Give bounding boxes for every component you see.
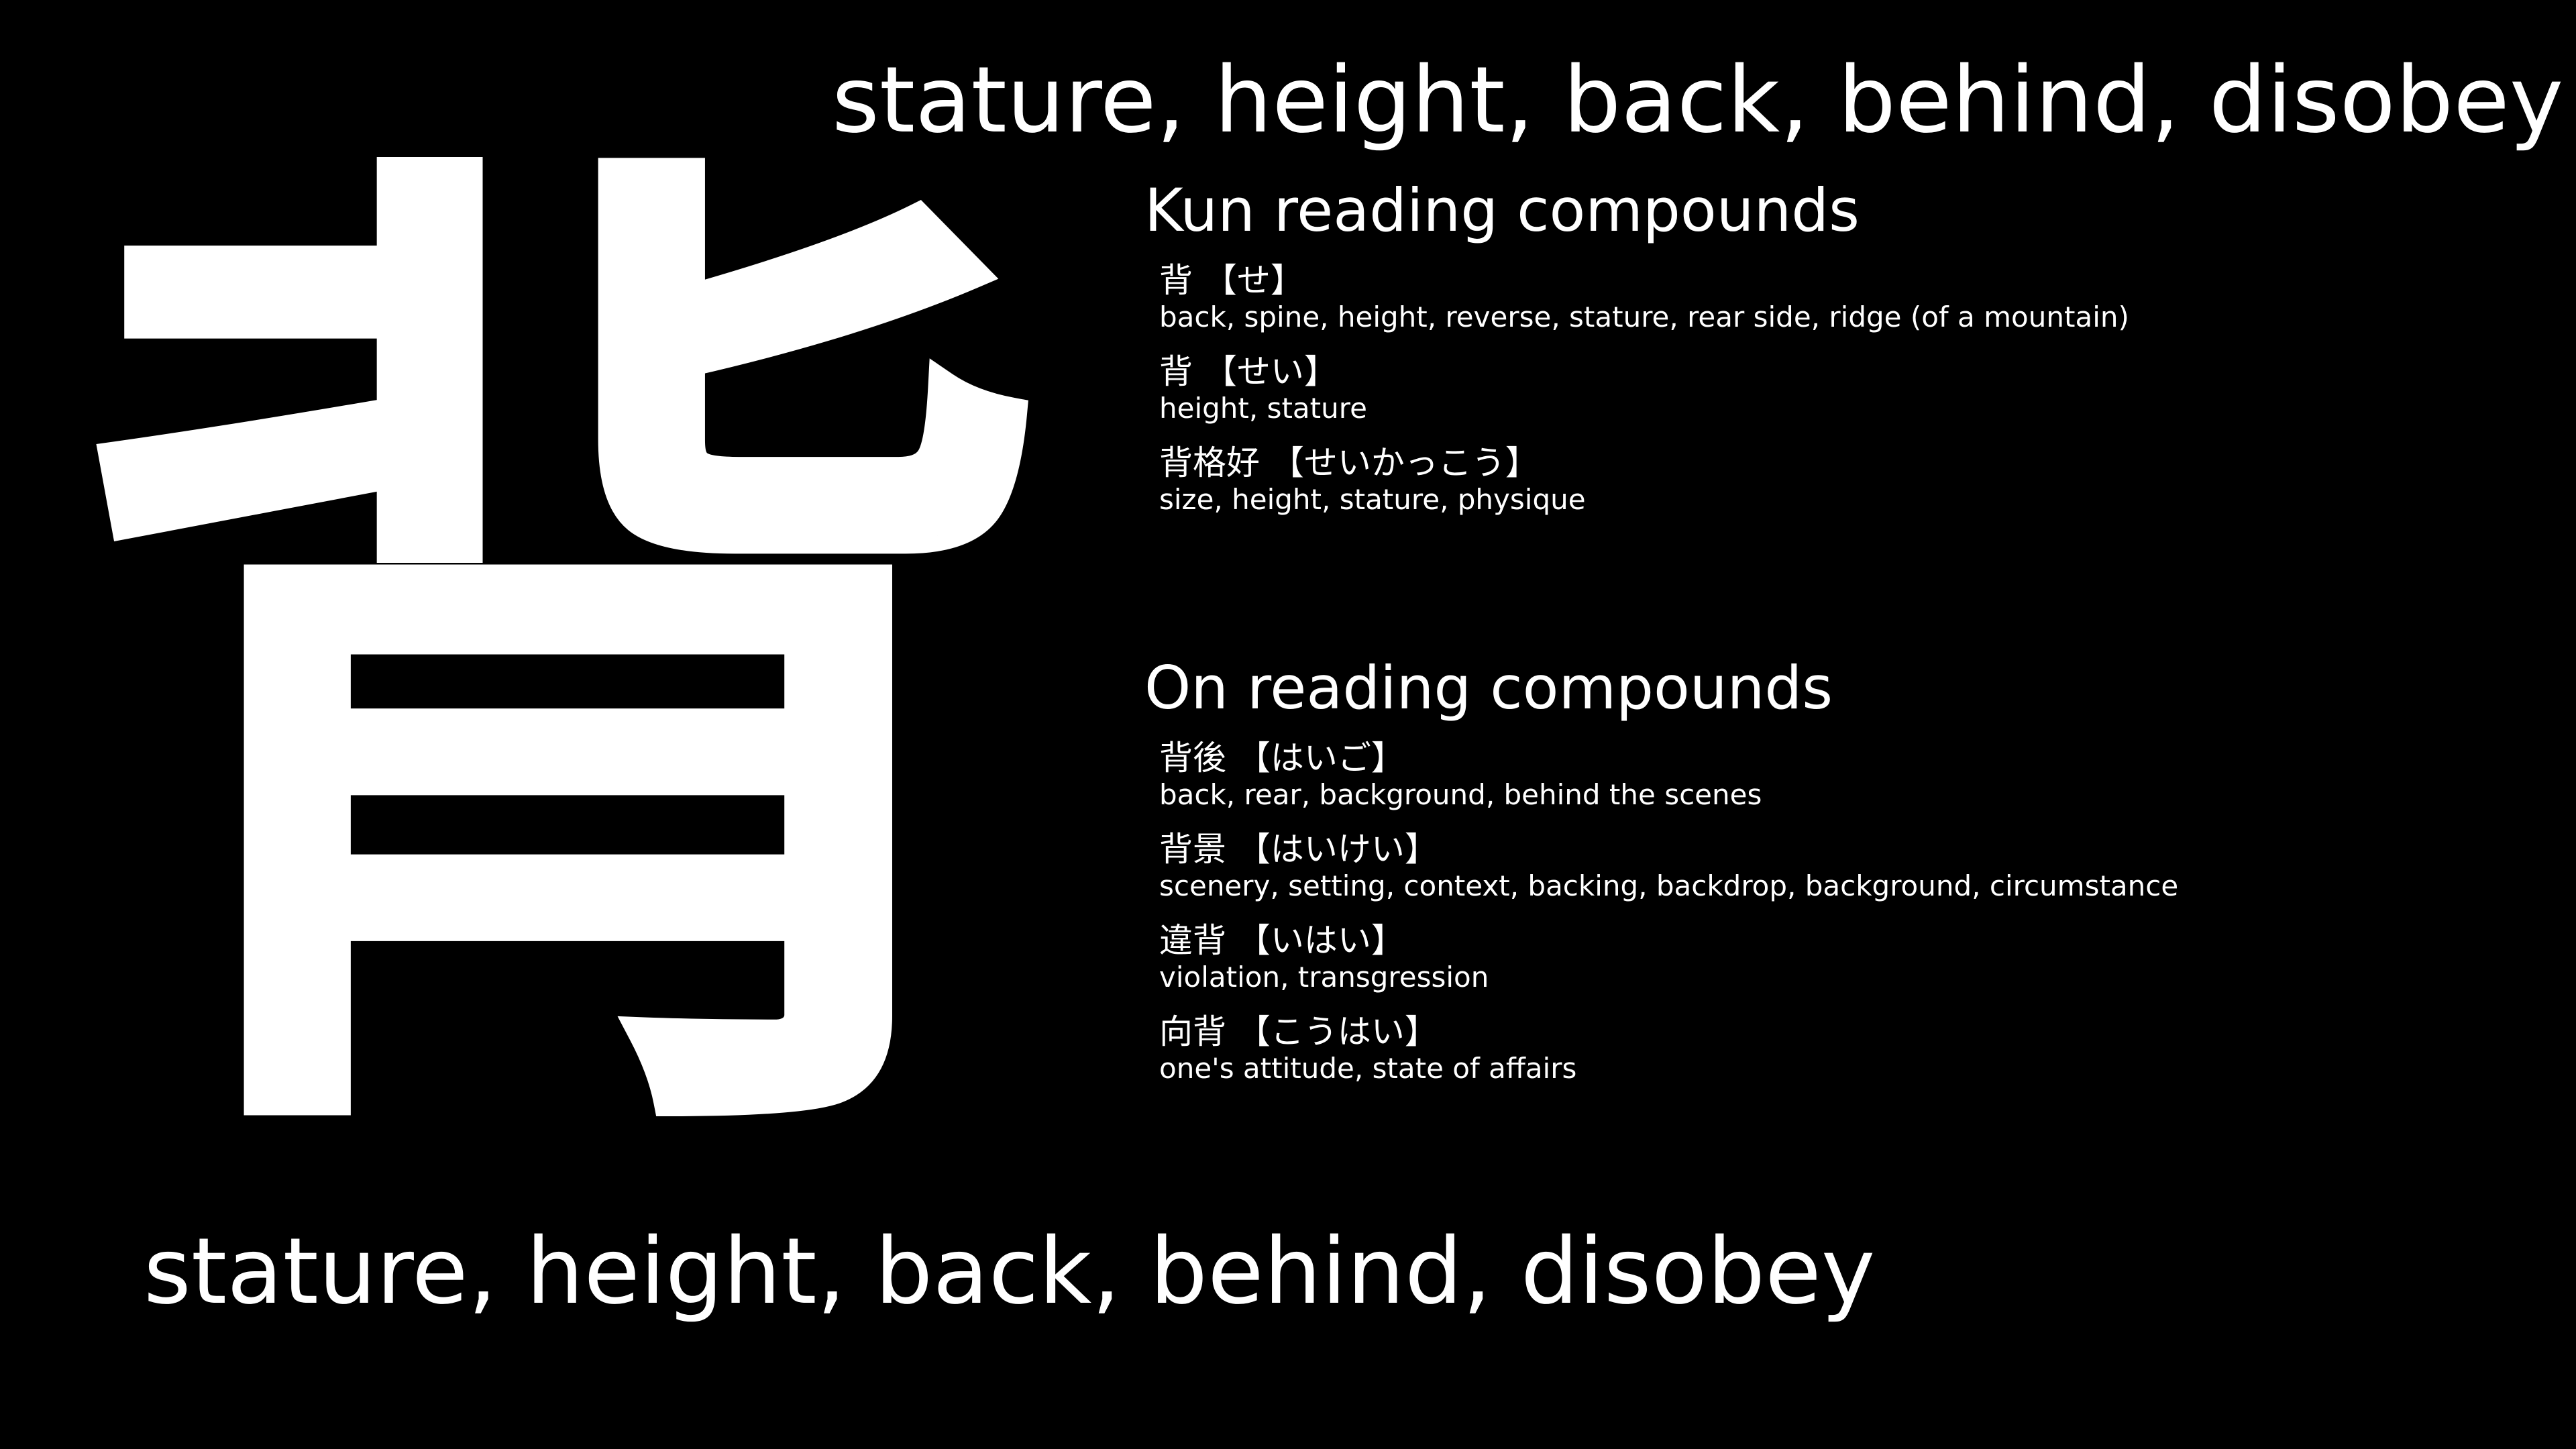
- kun-word: 背格好: [1159, 443, 1260, 482]
- kun-word: 背: [1159, 261, 1193, 300]
- on-gloss: violation, transgression: [1159, 961, 1489, 994]
- on-reading: 【いはい】: [1236, 921, 1405, 960]
- kun-reading: 【せいかっこう】: [1270, 443, 1539, 482]
- on-entry-head: 背後 【はいご】: [1159, 738, 2553, 778]
- on-entry-head: 違背 【いはい】: [1159, 920, 2553, 961]
- kun-entry-head: 背 【せ】: [1159, 260, 2553, 301]
- on-word: 向背: [1159, 1012, 1226, 1051]
- kun-entry: 背 【せ】 back, spine, height, reverse, stat…: [1159, 260, 2553, 334]
- on-reading: 【はいご】: [1236, 739, 1405, 777]
- kun-gloss: height, stature: [1159, 392, 1367, 425]
- kun-gloss: back, spine, height, reverse, stature, r…: [1159, 301, 2129, 333]
- kun-reading: 【せ】: [1203, 261, 1304, 300]
- meaning-top: stature, height, back, behind, disobey: [832, 48, 2564, 154]
- on-entry: 向背 【こうはい】 one's attitude, state of affai…: [1159, 1012, 2553, 1085]
- on-word: 違背: [1159, 921, 1226, 960]
- kun-reading: 【せい】: [1203, 352, 1338, 391]
- kun-section-title: Kun reading compounds: [1144, 176, 1860, 245]
- kun-entry-head: 背格好 【せいかっこう】: [1159, 443, 2553, 483]
- kun-gloss: size, height, stature, physique: [1159, 483, 1586, 516]
- on-word: 背後: [1159, 739, 1226, 777]
- on-reading-section: On reading compounds 背後 【はいご】 back, rear…: [1144, 651, 2553, 1103]
- on-entry: 背景 【はいけい】 scenery, setting, context, bac…: [1159, 829, 2553, 903]
- on-entry-head: 背景 【はいけい】: [1159, 829, 2553, 869]
- on-gloss: one's attitude, state of affairs: [1159, 1052, 1577, 1085]
- kun-entry: 背格好 【せいかっこう】 size, height, stature, phys…: [1159, 443, 2553, 517]
- kun-entry-head: 背 【せい】: [1159, 352, 2553, 392]
- on-reading: 【こうはい】: [1236, 1012, 1438, 1051]
- on-gloss: scenery, setting, context, backing, back…: [1159, 869, 2179, 902]
- kun-word: 背: [1159, 352, 1193, 391]
- meaning-bottom: stature, height, back, behind, disobey: [144, 1219, 1876, 1325]
- on-entry-head: 向背 【こうはい】: [1159, 1012, 2553, 1052]
- on-word: 背景: [1159, 830, 1226, 869]
- on-entry: 違背 【いはい】 violation, transgression: [1159, 920, 2553, 994]
- on-entry: 背後 【はいご】 back, rear, background, behind …: [1159, 738, 2553, 812]
- on-section-title: On reading compounds: [1144, 653, 1833, 722]
- kanji-character: 背: [60, 85, 1067, 1256]
- on-reading: 【はいけい】: [1236, 830, 1438, 869]
- kun-reading-section: Kun reading compounds 背 【せ】 back, spine,…: [1144, 173, 2553, 534]
- kun-entry: 背 【せい】 height, stature: [1159, 352, 2553, 425]
- on-gloss: back, rear, background, behind the scene…: [1159, 778, 1762, 811]
